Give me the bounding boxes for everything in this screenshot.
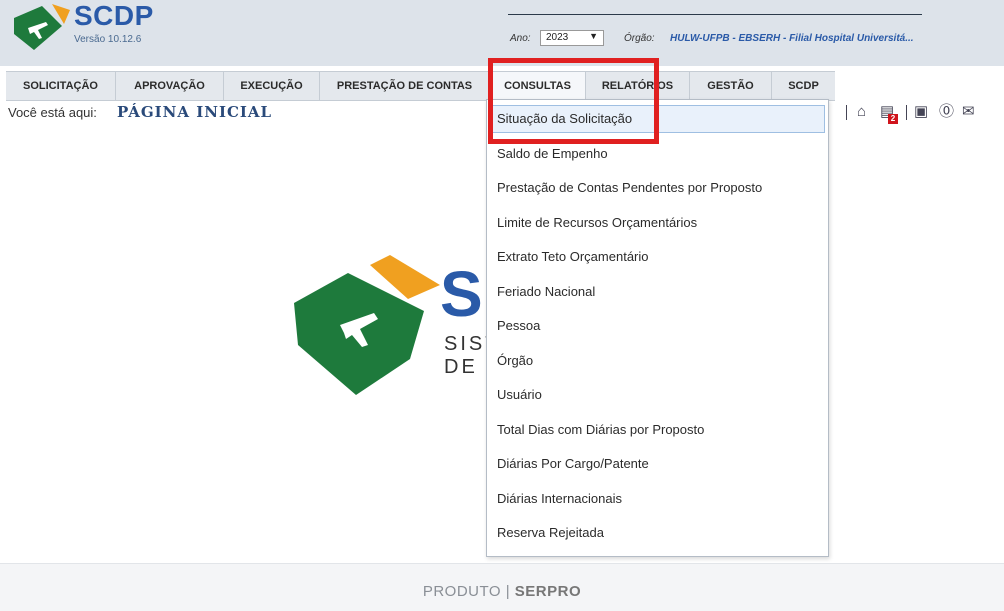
- nav-item-gestao[interactable]: GESTÃO: [690, 72, 772, 100]
- menu-item-pessoa[interactable]: Pessoa: [497, 318, 540, 333]
- header-divider: [508, 14, 922, 15]
- toolbar-divider: [846, 105, 847, 120]
- highlight-annotation-box: [488, 58, 659, 144]
- menu-item-orgao[interactable]: Órgão: [497, 353, 533, 368]
- messages-badge: 2: [888, 114, 898, 124]
- menu-item-limite-de-recursos[interactable]: Limite de Recursos Orçamentários: [497, 215, 697, 230]
- chevron-down-icon: ▼: [589, 31, 598, 41]
- home-icon[interactable]: ⌂: [857, 103, 866, 121]
- center-logo-letter: S: [440, 258, 483, 330]
- menu-item-diarias-internacionais[interactable]: Diárias Internacionais: [497, 491, 622, 506]
- nav-item-prestacao-de-contas[interactable]: PRESTAÇÃO DE CONTAS: [320, 72, 490, 100]
- app-header: SCDP Versão 10.12.6 Ano: 2023 ▼ Órgão: H…: [0, 0, 1004, 66]
- menu-item-feriado-nacional[interactable]: Feriado Nacional: [497, 284, 595, 299]
- orgao-value[interactable]: HULW-UFPB - EBSERH - Filial Hospital Uni…: [670, 33, 914, 44]
- video-icon[interactable]: ▣: [914, 103, 928, 121]
- footer-produto: PRODUTO: [422, 583, 502, 600]
- ano-select[interactable]: 2023 ▼: [540, 30, 604, 46]
- help-icon[interactable]: ⓪: [939, 103, 954, 121]
- nav-item-aprovacao[interactable]: APROVAÇÃO: [116, 72, 224, 100]
- footer-brand: PRODUTO | SERPRO: [0, 583, 1004, 600]
- menu-item-prestacao-de-contas-pendentes[interactable]: Prestação de Contas Pendentes por Propos…: [497, 180, 762, 195]
- toolbar: ⌂ ▤ 2 ▣ ⓪ ✉: [826, 103, 1004, 124]
- nav-item-solicitacao[interactable]: SOLICITAÇÃO: [6, 72, 116, 100]
- ano-label: Ano:: [510, 33, 531, 44]
- menu-item-reserva-rejeitada[interactable]: Reserva Rejeitada: [497, 525, 604, 540]
- ano-select-value: 2023: [546, 32, 569, 43]
- menu-item-diarias-por-cargo[interactable]: Diárias Por Cargo/Patente: [497, 456, 649, 471]
- mail-icon[interactable]: ✉: [962, 103, 975, 121]
- main-nav: SOLICITAÇÃO APROVAÇÃO EXECUÇÃO PRESTAÇÃO…: [6, 71, 835, 101]
- app-version: Versão 10.12.6: [74, 34, 142, 45]
- footer-serpro: SERPRO: [514, 583, 582, 600]
- menu-item-saldo-de-empenho[interactable]: Saldo de Empenho: [497, 146, 608, 161]
- menu-item-usuario[interactable]: Usuário: [497, 387, 542, 402]
- logo-ticket-icon: [14, 4, 70, 50]
- nav-item-execucao[interactable]: EXECUÇÃO: [224, 72, 320, 100]
- footer-separator: |: [501, 583, 515, 600]
- menu-item-extrato-teto[interactable]: Extrato Teto Orçamentário: [497, 249, 649, 264]
- app-logo[interactable]: SCDP Versão 10.12.6: [12, 0, 172, 54]
- consultas-dropdown-menu: Situação da Solicitação Saldo de Empenho…: [486, 99, 829, 557]
- nav-item-scdp[interactable]: SCDP: [772, 72, 835, 100]
- orgao-label: Órgão:: [624, 33, 655, 44]
- toolbar-divider: [906, 105, 907, 120]
- app-name: SCDP: [74, 0, 154, 31]
- menu-item-total-dias[interactable]: Total Dias com Diárias por Proposto: [497, 422, 704, 437]
- breadcrumb[interactable]: PÁGINA INICIAL: [117, 103, 272, 121]
- breadcrumb-label: Você está aqui:: [8, 105, 97, 120]
